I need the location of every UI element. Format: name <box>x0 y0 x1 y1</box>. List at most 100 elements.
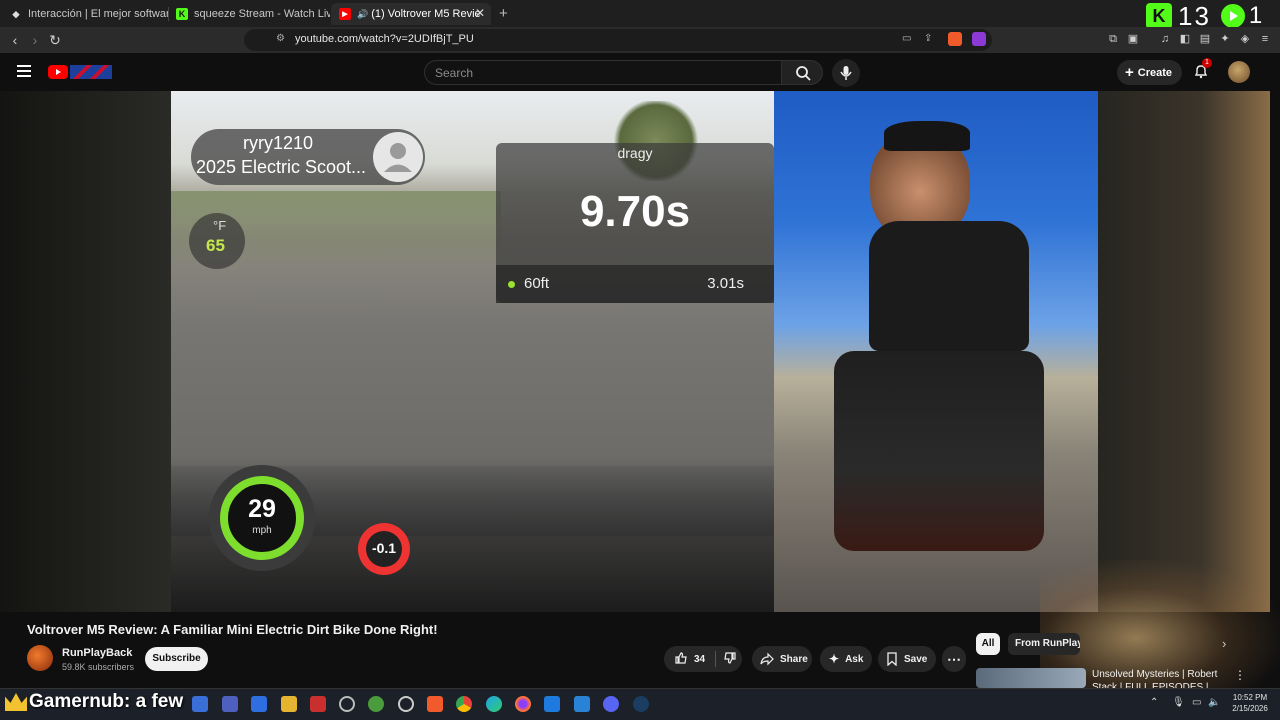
microphone-tray-icon[interactable]: 🎙 <box>1172 697 1185 708</box>
app-icon[interactable] <box>222 696 238 712</box>
bike-shape <box>834 351 1044 551</box>
brave-browser-icon[interactable] <box>427 696 443 712</box>
notifications-button[interactable]: 1 <box>1193 58 1212 79</box>
viewer-bubble: ryry1210 2025 Electric Scoot... <box>191 129 425 185</box>
discord-icon[interactable] <box>603 696 619 712</box>
speed-value: 29 <box>248 495 276 523</box>
voice-search-button[interactable] <box>832 59 860 87</box>
tab-strip: ◆ Interacción | El mejor software para p… <box>0 0 1280 27</box>
ask-button[interactable]: ✦ Ask <box>820 646 872 672</box>
chrome-icon[interactable] <box>456 696 472 712</box>
vpn-icon[interactable]: ◈ <box>1238 32 1252 46</box>
dragy-timer-panel: dragy 9.70s 60ft 3.01s <box>496 143 774 303</box>
youtube-icon: ▶ <box>339 8 351 20</box>
app-icon-2[interactable] <box>544 696 560 712</box>
doodle-flag-logo[interactable] <box>70 65 112 79</box>
gforce-gauge: -0.1 <box>358 523 410 575</box>
address-bar[interactable]: ⚙ youtube.com/watch?v=2UDIfBjT_PU ▭ ⇪ <box>244 29 992 51</box>
chevron-right-icon[interactable]: › <box>1222 636 1226 651</box>
channel-name[interactable]: RunPlayBack <box>62 647 132 659</box>
screenshot-icon[interactable]: ▣ <box>1126 32 1140 46</box>
tab-label: (1) Voltrover M5 Review: A Fa <box>371 8 481 20</box>
security-app-icon[interactable] <box>368 696 384 712</box>
menu-icon[interactable]: ≡ <box>1258 32 1272 46</box>
like-count: 34 <box>694 653 706 665</box>
cast-icon[interactable]: ▭ <box>902 33 911 44</box>
search-input[interactable]: Search <box>424 60 782 85</box>
tray-chevron-icon[interactable]: ⌃ <box>1150 697 1158 708</box>
share-button[interactable]: Share <box>752 646 812 672</box>
thumbs-down-icon <box>724 651 736 664</box>
site-settings-icon[interactable]: ⚙ <box>276 33 285 44</box>
tab-label: Interacción | El mejor software para p <box>28 8 168 20</box>
tab-interaccion[interactable]: ◆ Interacción | El mejor software para p <box>2 3 168 25</box>
split-label: 60ft <box>524 275 550 292</box>
plus-icon: + <box>1125 64 1134 81</box>
forward-icon[interactable]: › <box>26 31 44 49</box>
bookmark-save-icon <box>887 652 897 666</box>
create-button[interactable]: + Create <box>1117 60 1182 85</box>
obs-icon[interactable] <box>398 696 414 712</box>
video-left-pane: ryry1210 2025 Electric Scoot... dragy 9.… <box>171 91 774 612</box>
tab-youtube[interactable]: ▶ 🔊 (1) Voltrover M5 Review: A Fa ✕ <box>331 3 491 25</box>
split-time: 3.01s <box>707 275 744 292</box>
account-avatar[interactable] <box>1228 61 1250 83</box>
share-icon <box>760 652 774 666</box>
search-placeholder: Search <box>435 66 474 80</box>
reload-icon[interactable]: ↻ <box>46 31 64 49</box>
volume-tray-icon[interactable]: 🔈 <box>1208 697 1220 708</box>
vscode-icon[interactable] <box>574 696 590 712</box>
more-horizontal-icon: ⋯ <box>947 650 961 667</box>
brave-shield-icon[interactable] <box>948 32 962 46</box>
recommended-title[interactable]: Unsolved Mysteries | Robert Stack | FULL… <box>1092 668 1222 688</box>
new-tab-icon[interactable]: + <box>499 5 508 22</box>
share-page-icon[interactable]: ⇪ <box>924 33 932 44</box>
filter-chip-from-channel[interactable]: From RunPlay <box>1008 633 1080 655</box>
network-tool-icon[interactable] <box>192 696 208 712</box>
music-icon[interactable]: ♫ <box>1158 32 1172 46</box>
sidebar-icon[interactable]: ◧ <box>1178 32 1192 46</box>
edge-icon[interactable] <box>486 696 502 712</box>
remote-desktop-icon[interactable] <box>251 696 267 712</box>
speed-unit: mph <box>252 525 272 536</box>
file-explorer-icon[interactable] <box>281 696 297 712</box>
hamburger-menu-icon[interactable] <box>17 65 31 67</box>
channel-avatar[interactable] <box>27 645 53 671</box>
chat-overlay-text: Gamernub: a few <box>29 691 184 712</box>
temperature-unit: °F <box>213 218 227 233</box>
wallet-icon[interactable]: ▤ <box>1198 32 1212 46</box>
shirt-shape <box>869 221 1029 351</box>
clock-app-icon[interactable] <box>339 696 355 712</box>
leo-ai-icon[interactable]: ✦ <box>1218 32 1232 46</box>
save-button[interactable]: Save <box>878 646 936 672</box>
more-vertical-icon[interactable]: ⋮ <box>1234 668 1246 682</box>
gforce-value: -0.1 <box>371 540 397 556</box>
more-actions-button[interactable]: ⋯ <box>942 646 966 672</box>
extension-icon[interactable]: ⧉ <box>1106 32 1120 46</box>
status-dot <box>508 281 515 288</box>
netflix-icon[interactable] <box>310 696 326 712</box>
steam-icon[interactable] <box>633 696 649 712</box>
brave-rewards-icon[interactable] <box>972 32 986 46</box>
microphone-icon <box>840 66 852 80</box>
video-right-pane <box>774 91 1098 612</box>
video-ambient-left <box>0 91 171 612</box>
youtube-logo-icon[interactable] <box>48 65 68 79</box>
filter-chip-all[interactable]: All <box>976 633 1000 655</box>
dislike-button[interactable] <box>723 651 737 668</box>
notification-badge: 1 <box>1202 58 1212 68</box>
like-button[interactable] <box>674 651 688 668</box>
subscribe-button[interactable]: Subscribe <box>145 647 208 671</box>
speedometer: 29 mph <box>209 465 315 571</box>
firefox-icon[interactable] <box>515 696 531 712</box>
recommended-thumbnail[interactable] <box>976 668 1086 688</box>
search-button[interactable] <box>781 60 823 85</box>
clock-date: 2/15/2026 <box>1232 704 1268 713</box>
monitor-tray-icon[interactable]: ▭ <box>1192 697 1201 708</box>
back-icon[interactable]: ‹ <box>6 31 24 49</box>
search-icon <box>796 66 811 81</box>
video-player[interactable]: ryry1210 2025 Electric Scoot... dragy 9.… <box>0 91 1270 612</box>
tab-kick[interactable]: K squeeze Stream - Watch Live on Kick <box>168 3 330 25</box>
close-tab-icon[interactable]: ✕ <box>475 6 485 20</box>
system-clock[interactable]: 10:52 PM 2/15/2026 <box>1226 692 1274 714</box>
